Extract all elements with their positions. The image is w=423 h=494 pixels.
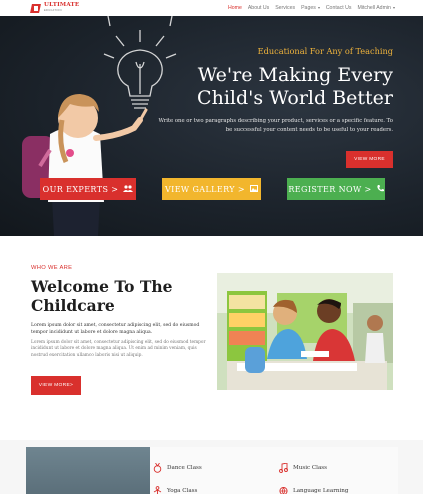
class-item-language[interactable]: Language Learning: [279, 486, 348, 494]
music-note-icon: [279, 463, 288, 473]
nav-user-menu[interactable]: Mitchell Admin: [357, 5, 395, 11]
class-label: Dance Class: [167, 465, 202, 471]
nav-about-us[interactable]: About Us: [248, 5, 269, 11]
classroom-photo: [217, 273, 393, 390]
view-gallery-button[interactable]: VIEW GALLERY >: [162, 178, 261, 200]
nav-pages[interactable]: Pages: [301, 5, 320, 11]
site-header: ULTIMATE EDUCATION Home About Us Service…: [0, 0, 423, 16]
medal-icon: [153, 463, 162, 473]
users-icon: [123, 184, 134, 194]
hero-description: Write one or two paragraphs describing y…: [158, 118, 393, 133]
welcome-view-more-button[interactable]: VIEW MORE>: [31, 376, 81, 395]
yoga-icon: [153, 486, 162, 494]
globe-icon: [279, 486, 288, 494]
class-label: Language Learning: [293, 488, 349, 494]
nav-home[interactable]: Home: [228, 5, 242, 11]
logo-icon: [31, 3, 42, 14]
classes-section-image: [26, 447, 150, 494]
hero-view-more-button[interactable]: VIEW MORE: [346, 151, 393, 168]
welcome-lead: Lorem ipsum dolor sit amet, consectetur …: [31, 323, 200, 336]
nav-services[interactable]: Services: [275, 5, 295, 11]
hero-title: We're Making Every Child's World Better: [197, 64, 393, 109]
user-name: Mitchell Admin: [357, 5, 391, 11]
chevron-down-icon: [317, 6, 320, 9]
section-eyebrow: WHO WE ARE: [31, 265, 73, 271]
register-now-button[interactable]: REGISTER NOW >: [287, 178, 385, 200]
hero-eyebrow: Educational For Any of Teaching: [257, 46, 393, 56]
logo-subtitle: EDUCATION: [44, 9, 62, 12]
class-label: Yoga Class: [167, 488, 198, 494]
view-gallery-label: VIEW GALLERY >: [164, 184, 246, 194]
welcome-title: Welcome To The Childcare: [31, 277, 173, 315]
child-illustration: [22, 94, 148, 236]
class-item-yoga[interactable]: Yoga Class: [153, 486, 197, 494]
nav-contact-us[interactable]: Contact Us: [326, 5, 352, 11]
welcome-paragraph: Lorem ipsum dolor sit amet, consectetur …: [31, 340, 206, 358]
our-experts-button[interactable]: OUR EXPERTS >: [40, 178, 136, 200]
hero-banner: Educational For Any of Teaching We're Ma…: [0, 16, 423, 236]
register-now-label: REGISTER NOW >: [288, 184, 372, 194]
our-experts-label: OUR EXPERTS >: [42, 184, 119, 194]
main-nav: Home About Us Services Pages Contact Us …: [228, 5, 401, 11]
chevron-down-icon: [392, 6, 395, 9]
image-icon: [250, 184, 259, 194]
class-item-music[interactable]: Music Class: [279, 463, 327, 473]
nav-pages-label: Pages: [301, 5, 316, 11]
classroom-image: [217, 273, 393, 390]
class-item-dance[interactable]: Dance Class: [153, 463, 202, 473]
site-logo[interactable]: ULTIMATE EDUCATION: [31, 2, 79, 14]
phone-icon: [376, 184, 384, 194]
class-label: Music Class: [293, 465, 328, 471]
